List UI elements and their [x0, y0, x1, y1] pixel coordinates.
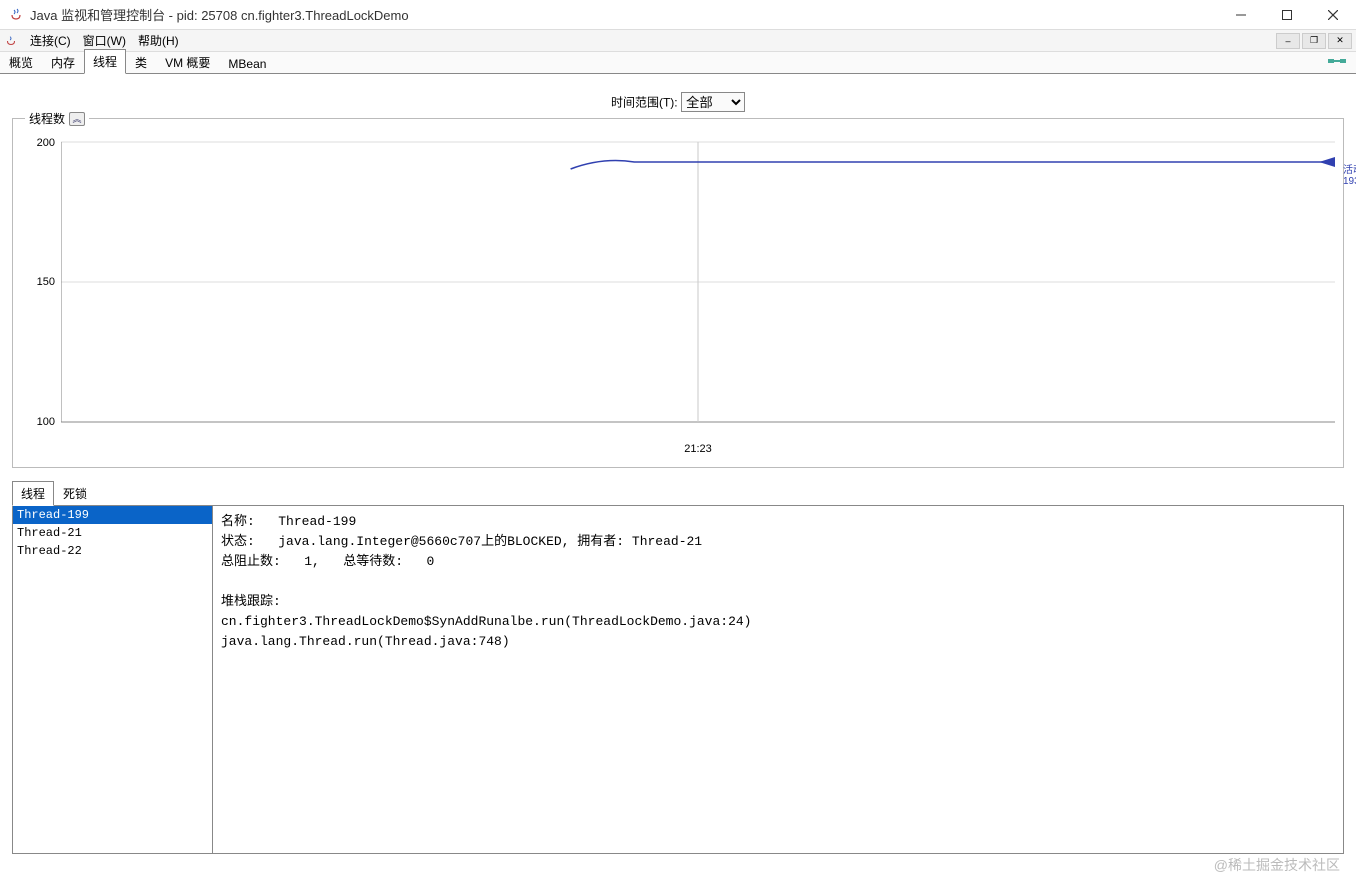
menu-connect[interactable]: 连接(C) [24, 32, 77, 49]
y-tick-200: 200 [37, 137, 55, 149]
tab-overview[interactable]: 概览 [0, 50, 42, 74]
detail-name-label: 名称: [221, 514, 255, 529]
time-range-label: 时间范围(T): [611, 96, 678, 110]
mdi-minimize[interactable]: ‒ [1276, 33, 1300, 49]
menu-help[interactable]: 帮助(H) [132, 32, 185, 49]
minimize-button[interactable] [1218, 0, 1264, 30]
thread-count-chart-group: 线程数 ︽ 200 150 100 峰值193 活动线程193 [12, 118, 1344, 468]
time-range-row: 时间范围(T): 全部 [8, 92, 1348, 112]
detail-waited-label: 总等待数: [343, 554, 403, 569]
thread-list[interactable]: Thread-199Thread-21Thread-22 [13, 506, 213, 853]
mdi-restore[interactable]: ❐ [1302, 33, 1326, 49]
java-icon [8, 7, 24, 23]
content-pane: 时间范围(T): 全部 线程数 ︽ 200 150 100 [0, 74, 1356, 862]
stack-line: java.lang.Thread.run(Thread.java:748) [221, 632, 1335, 652]
chart-legend: 线程数 ︽ [25, 110, 89, 127]
chart-collapse-button[interactable]: ︽ [69, 112, 85, 126]
connection-status-icon [1328, 54, 1346, 68]
stack-trace: cn.fighter3.ThreadLockDemo$SynAddRunalbe… [221, 612, 1335, 652]
tab-classes[interactable]: 类 [126, 50, 156, 74]
chart-title: 线程数 [29, 110, 65, 127]
watermark: @稀土掘金技术社区 [1214, 855, 1340, 875]
java-icon-small [4, 34, 18, 48]
chart-area: 200 150 100 峰值193 活动线程193 21:23 [61, 127, 1335, 437]
detail-state-value: java.lang.Integer@5660c707上的BLOCKED, 拥有者… [278, 534, 702, 549]
detail-name-value: Thread-199 [278, 514, 356, 529]
detail-blocked-label: 总阻止数: [221, 554, 281, 569]
stack-line: cn.fighter3.ThreadLockDemo$SynAddRunalbe… [221, 612, 1335, 632]
subtab-threads[interactable]: 线程 [12, 481, 54, 506]
titlebar: Java 监视和管理控制台 - pid: 25708 cn.fighter3.T… [0, 0, 1356, 30]
thread-list-item[interactable]: Thread-21 [13, 524, 212, 542]
chart-svg [61, 127, 1335, 437]
menubar: 连接(C) 窗口(W) 帮助(H) ‒ ❐ ✕ [0, 30, 1356, 52]
detail-waited-value: 0 [427, 554, 435, 569]
detail-blocked-value: 1, [304, 554, 320, 569]
window-controls [1218, 0, 1356, 30]
detail-state-label: 状态: [221, 534, 255, 549]
maximize-button[interactable] [1264, 0, 1310, 30]
tab-mbean[interactable]: MBean [219, 53, 275, 74]
time-range-select[interactable]: 全部 [681, 92, 745, 112]
detail-stack-label: 堆栈跟踪: [221, 592, 1335, 612]
subtab-deadlock[interactable]: 死锁 [54, 481, 96, 506]
subtabs: 线程 死锁 [12, 480, 1344, 506]
tab-threads[interactable]: 线程 [84, 49, 126, 74]
close-button[interactable] [1310, 0, 1356, 30]
x-tick: 21:23 [684, 443, 712, 455]
main-tabs: 概览 内存 线程 类 VM 概要 MBean [0, 52, 1356, 74]
window-title: Java 监视和管理控制台 - pid: 25708 cn.fighter3.T… [30, 5, 1218, 24]
thread-list-item[interactable]: Thread-199 [13, 506, 212, 524]
tab-memory[interactable]: 内存 [42, 50, 84, 74]
tab-vm[interactable]: VM 概要 [156, 50, 219, 74]
menu-window[interactable]: 窗口(W) [77, 32, 132, 49]
y-tick-150: 150 [37, 276, 55, 288]
thread-detail: 名称: Thread-199 状态: java.lang.Integer@566… [213, 506, 1343, 853]
legend-live: 活动线程193 [1343, 161, 1356, 187]
y-tick-100: 100 [37, 416, 55, 428]
thread-list-item[interactable]: Thread-22 [13, 542, 212, 560]
mdi-controls: ‒ ❐ ✕ [1276, 33, 1356, 49]
lower-pane: Thread-199Thread-21Thread-22 名称: Thread-… [12, 506, 1344, 854]
mdi-close[interactable]: ✕ [1328, 33, 1352, 49]
